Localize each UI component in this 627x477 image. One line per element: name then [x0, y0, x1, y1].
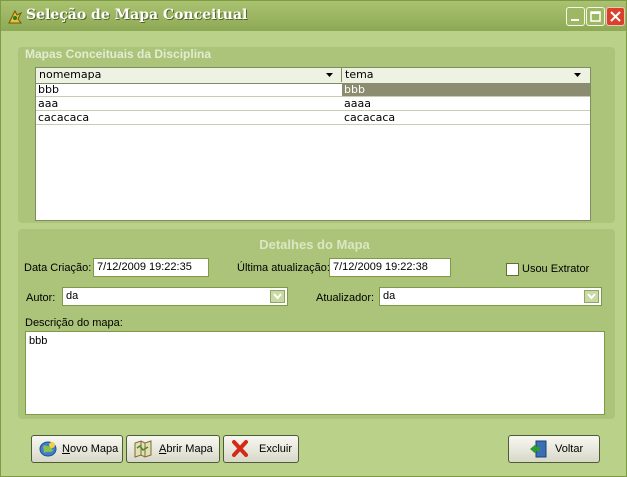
- maximize-button[interactable]: [586, 7, 605, 26]
- updater-value: da: [383, 290, 396, 302]
- updater-label: Atualizador:: [316, 292, 375, 304]
- author-value: da: [66, 290, 79, 302]
- created-field[interactable]: 7/12/2009 19:22:35: [93, 258, 209, 277]
- author-label: Autor:: [26, 292, 56, 304]
- grid-header: nomemapa tema: [36, 68, 590, 84]
- column-header-tema[interactable]: tema: [342, 68, 590, 82]
- author-select[interactable]: da: [62, 287, 288, 306]
- chevron-down-icon[interactable]: [572, 70, 583, 80]
- new-map-button[interactable]: Novo Mapa: [31, 435, 123, 463]
- chevron-down-icon[interactable]: [324, 70, 335, 80]
- cell-tema: cacacaca: [344, 111, 396, 124]
- column-header-label: nomemapa: [39, 68, 102, 81]
- chevron-down-icon: [273, 293, 282, 300]
- cell-tema: aaaa: [344, 97, 371, 110]
- open-map-icon: [134, 440, 152, 458]
- cell-nomemapa: aaa: [38, 97, 59, 110]
- new-map-icon: [39, 441, 57, 457]
- description-field[interactable]: bbb: [25, 331, 605, 415]
- main-window: Seleção de Mapa Conceitual Mapas Conceit…: [0, 0, 627, 477]
- cell-nomemapa: cacacaca: [38, 111, 90, 124]
- delete-label: Excluir: [259, 443, 293, 455]
- cell-nomemapa: bbb: [38, 83, 59, 96]
- back-label: Voltar: [555, 443, 584, 455]
- delete-button[interactable]: Excluir: [223, 435, 299, 463]
- extractor-label: Usou Extrator: [522, 263, 590, 275]
- column-header-label: tema: [345, 68, 374, 81]
- chevron-down-icon: [587, 293, 596, 300]
- maps-group-title: Mapas Conceituais da Disciplina: [25, 47, 212, 61]
- table-row[interactable]: cacacaca cacacaca: [36, 111, 590, 125]
- close-button[interactable]: [606, 7, 625, 26]
- window-title: Seleção de Mapa Conceitual: [26, 7, 248, 23]
- new-map-label: Novo Mapa: [62, 443, 119, 455]
- column-header-nomemapa[interactable]: nomemapa: [36, 68, 342, 82]
- updated-field[interactable]: 7/12/2009 19:22:38: [329, 258, 451, 277]
- exit-door-icon: [530, 440, 547, 458]
- table-row[interactable]: bbb bbb: [36, 83, 590, 97]
- updater-dropdown-button[interactable]: [584, 290, 599, 303]
- open-map-button[interactable]: Abrir Mapa: [126, 435, 220, 463]
- open-map-label: Abrir Mapa: [159, 443, 213, 455]
- minimize-button[interactable]: [566, 7, 585, 26]
- maps-grid[interactable]: nomemapa tema bbb bbb aaa aaaa cacacaca …: [35, 67, 591, 221]
- created-label: Data Criação:: [24, 262, 92, 274]
- cell-tema: bbb: [342, 83, 590, 96]
- close-icon: [232, 440, 248, 457]
- title-bar[interactable]: Seleção de Mapa Conceitual: [1, 1, 626, 31]
- details-title: Detalhes do Mapa: [259, 237, 370, 252]
- app-icon: [7, 9, 23, 25]
- description-label: Descrição do mapa:: [25, 317, 123, 329]
- back-button[interactable]: Voltar: [508, 435, 600, 463]
- extractor-checkbox[interactable]: [506, 263, 519, 276]
- updated-label: Última atualização:: [237, 262, 330, 274]
- updater-select[interactable]: da: [379, 287, 602, 306]
- table-row[interactable]: aaa aaaa: [36, 97, 590, 111]
- author-dropdown-button[interactable]: [270, 290, 285, 303]
